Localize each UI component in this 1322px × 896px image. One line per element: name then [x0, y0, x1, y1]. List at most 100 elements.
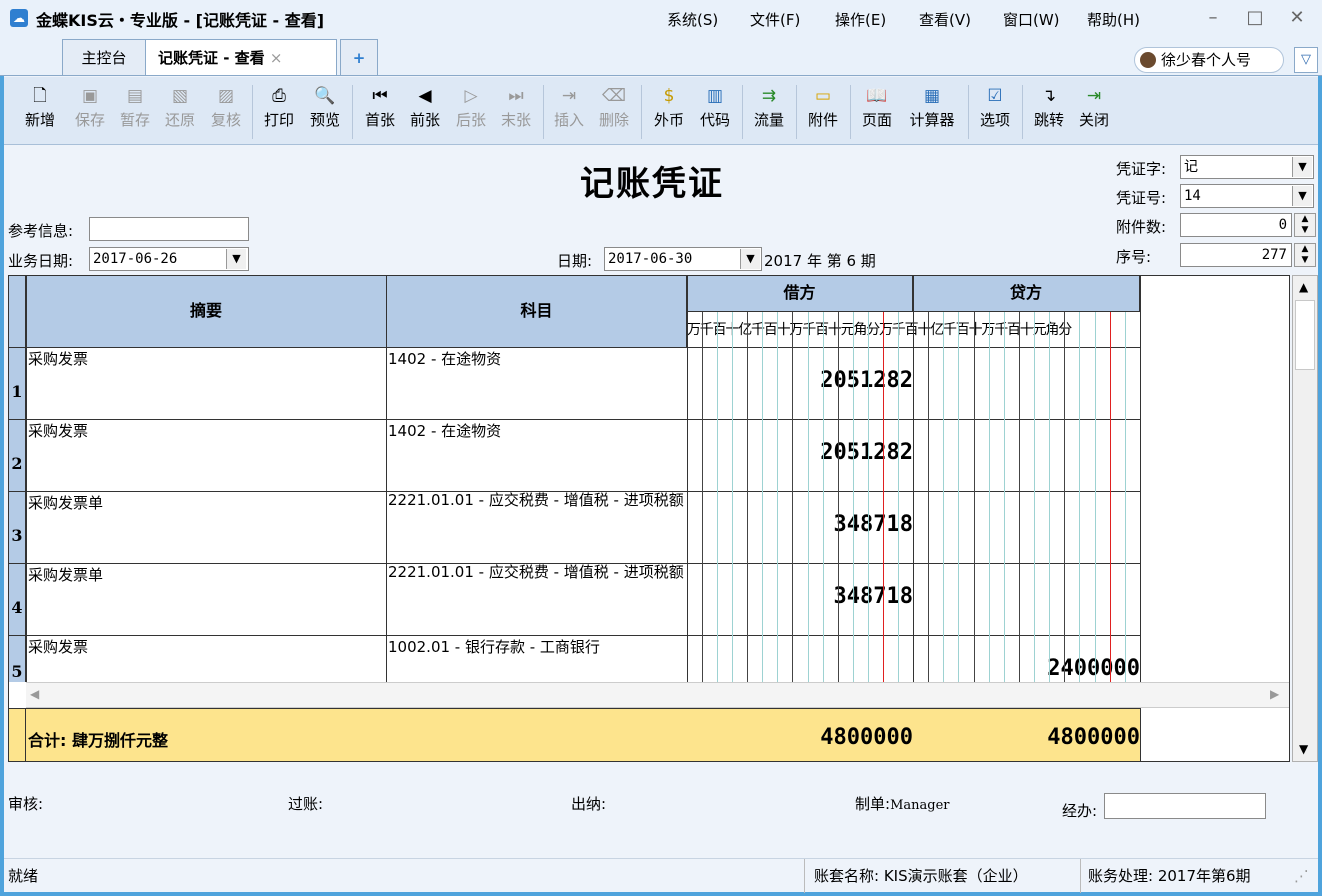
chevron-down-icon[interactable]: ▽ [1294, 47, 1318, 73]
total-label: 合计: 肆万捌仟元整 [28, 731, 168, 750]
first-button[interactable]: ⏮ 首张 [362, 85, 398, 141]
total-debit: 4800000 [820, 725, 913, 750]
review-label: 审核: [8, 795, 44, 813]
review-button[interactable]: ▨ 复核 [208, 85, 244, 141]
close-button[interactable]: ⇥ 关闭 [1076, 85, 1112, 141]
voucher-number-label: 凭证号: [1116, 189, 1167, 207]
menu-help[interactable]: 帮助(H) [1087, 9, 1140, 30]
attach-count-input[interactable]: 0 [1180, 213, 1292, 237]
menu-system[interactable]: 系统(S) [667, 9, 718, 30]
menu-window[interactable]: 窗口(W) [1003, 9, 1060, 30]
row-summary[interactable]: 采购发票 [28, 348, 88, 369]
resize-grip-icon[interactable]: ⋰ [1294, 859, 1309, 893]
post-label: 过账: [288, 795, 324, 813]
menu-file[interactable]: 文件(F) [750, 9, 800, 30]
menu-view[interactable]: 查看(V) [919, 9, 971, 30]
new-button[interactable]: 🗋 新增 [22, 85, 58, 141]
scroll-left-icon[interactable]: ◀ [30, 687, 39, 701]
table-row[interactable]: 4 采购发票单 2221.01.01 - 应交税费 - 增值税 - 进项税额 3… [9, 564, 1140, 636]
attachment-button[interactable]: ▭ 附件 [805, 85, 841, 141]
status-bar: 就绪 账套名称: KIS演示账套（企业） 账务处理: 2017年第6期 ⋰ [4, 858, 1318, 893]
scroll-down-icon[interactable]: ▼ [1299, 742, 1308, 756]
minimize-icon[interactable]: – [1198, 6, 1228, 30]
calculator-button[interactable]: ▦ 计算器 [904, 85, 960, 141]
menu-operate[interactable]: 操作(E) [835, 9, 886, 30]
row-debit-amount[interactable]: 2051282 [687, 440, 913, 465]
table-row[interactable]: 1 采购发票 1402 - 在途物资 2051282 [9, 348, 1140, 420]
scroll-right-icon[interactable]: ▶ [1270, 687, 1279, 701]
table-row[interactable]: 2 采购发票 1402 - 在途物资 2051282 [9, 420, 1140, 492]
toolbar-divider [742, 85, 743, 139]
options-button[interactable]: ☑ 选项 [977, 85, 1013, 141]
window-title: 金蝶KIS云・专业版 - [记账凭证 - 查看] [36, 11, 325, 30]
flow-button[interactable]: ⇉ 流量 [751, 85, 787, 141]
save-button[interactable]: ▣ 保存 [72, 85, 108, 141]
row-summary[interactable]: 采购发票单 [28, 492, 103, 513]
row-summary[interactable]: 采购发票单 [28, 564, 103, 585]
tab-voucher-view[interactable]: 记账凭证 - 查看 × [145, 39, 337, 75]
chevron-down-icon[interactable]: ▼ [226, 249, 246, 269]
row-debit-amount[interactable]: 348718 [687, 512, 913, 537]
horizontal-scrollbar[interactable]: ◀ ▶ [26, 682, 1289, 708]
window-close-icon[interactable]: ✕ [1282, 6, 1312, 30]
account-set-name: 账套名称: KIS演示账套（企业） [814, 867, 1028, 885]
ref-info-input[interactable] [89, 217, 249, 241]
print-button[interactable]: ⎙ 打印 [261, 85, 297, 141]
row-summary[interactable]: 采购发票 [28, 636, 88, 657]
chevron-down-icon[interactable]: ▼ [740, 249, 760, 269]
chevron-down-icon[interactable]: ▼ [1292, 157, 1312, 177]
seq-spinner[interactable]: ▲ ▼ [1294, 243, 1316, 267]
currency-button[interactable]: $ 外币 [651, 85, 687, 141]
row-debit-amount[interactable]: 348718 [687, 584, 913, 609]
row-account[interactable]: 1402 - 在途物资 [388, 420, 686, 441]
biz-date-field[interactable]: 2017-06-26 [89, 247, 249, 271]
restore-button[interactable]: ▧ 还原 [162, 85, 198, 141]
row-account[interactable]: 2221.01.01 - 应交税费 - 增值税 - 进项税额 [388, 564, 684, 580]
vertical-scrollbar[interactable]: ▲ ▼ [1292, 275, 1318, 762]
chevron-down-icon[interactable]: ▼ [1292, 186, 1312, 206]
voucher-entry-grid: 摘要 科目 借方 贷方 万千百十亿千百十万千百十元角分万千百十亿千百十万千百十元… [8, 275, 1290, 762]
close-icon: ⇥ [1086, 86, 1102, 106]
toolbar: 🗋 新增 ▣ 保存 ▤ 暂存 ▧ 还原 ▨ 复核 ⎙ 打印 🔍 预览 ⏮ 首张 ◀ 前张 ▷ 后张 … [4, 77, 1318, 145]
table-row[interactable]: 3 采购发票单 2221.01.01 - 应交税费 - 增值税 - 进项税额 3… [9, 492, 1140, 564]
tab-close-icon[interactable]: × [270, 49, 283, 67]
toolbar-divider [252, 85, 253, 139]
row-debit-amount[interactable]: 2051282 [687, 368, 913, 393]
tab-console[interactable]: 主控台 [62, 39, 146, 75]
prev-icon: ◀ [418, 86, 432, 106]
preview-button[interactable]: 🔍 预览 [307, 85, 343, 141]
temp-save-button[interactable]: ▤ 暂存 [117, 85, 153, 141]
scroll-thumb[interactable] [1295, 300, 1315, 370]
maximize-icon[interactable]: □ [1240, 6, 1270, 30]
last-button[interactable]: ⏭ 末张 [498, 85, 534, 141]
code-button[interactable]: ▥ 代码 [697, 85, 733, 141]
add-tab-icon[interactable]: + [340, 39, 378, 75]
seq-input[interactable]: 277 [1180, 243, 1292, 267]
date-field[interactable]: 2017-06-30 [604, 247, 762, 271]
handler-input[interactable] [1104, 793, 1266, 819]
page-icon: 📖 [866, 86, 888, 106]
row-number: 2 [9, 420, 26, 491]
row-account[interactable]: 1402 - 在途物资 [388, 348, 686, 369]
row-account[interactable]: 2221.01.01 - 应交税费 - 增值税 - 进项税额 [388, 492, 684, 508]
status-divider [804, 859, 805, 893]
attach-spinner[interactable]: ▲ ▼ [1294, 213, 1316, 237]
cloud-icon: ☁ [10, 9, 28, 27]
row-credit-amount[interactable]: 2400000 [913, 656, 1140, 681]
insert-button[interactable]: ⇥ 插入 [551, 85, 587, 141]
user-account[interactable]: 徐少春个人号 [1134, 47, 1284, 73]
row-account[interactable]: 1002.01 - 银行存款 - 工商银行 [388, 636, 686, 657]
jump-icon: ↴ [1041, 86, 1057, 106]
prev-button[interactable]: ◀ 前张 [407, 85, 443, 141]
page-button[interactable]: 📖 页面 [859, 85, 895, 141]
delete-button[interactable]: ⌫ 删除 [596, 85, 632, 141]
scroll-up-icon[interactable]: ▲ [1299, 280, 1308, 294]
handler-label: 经办: [1062, 802, 1098, 820]
credit-header: 贷方 [913, 276, 1140, 312]
table-row[interactable]: 5 采购发票 1002.01 - 银行存款 - 工商银行 2400000 [9, 636, 1140, 682]
voucher-word-label: 凭证字: [1116, 160, 1167, 178]
row-summary[interactable]: 采购发票 [28, 420, 88, 441]
jump-button[interactable]: ↴ 跳转 [1031, 85, 1067, 141]
next-button[interactable]: ▷ 后张 [453, 85, 489, 141]
first-icon: ⏮ [372, 86, 388, 106]
